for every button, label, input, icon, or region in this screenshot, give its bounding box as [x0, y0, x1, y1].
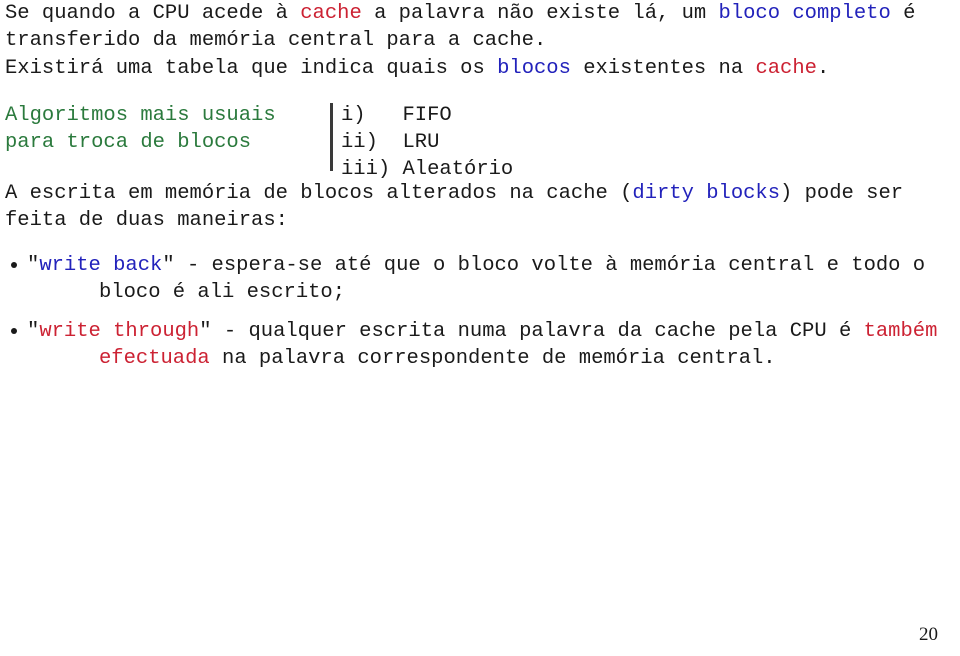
bullet-write-back-quote-close: "	[162, 254, 175, 277]
table-keyword-cache: cache	[755, 57, 817, 80]
paragraph-write-policies: A escrita em memória de blocos alterados…	[5, 180, 960, 234]
page-number: 20	[919, 624, 938, 645]
bullet-write-back-term: write back	[39, 254, 163, 277]
bullet-write-through-rest: na palavra correspondente de memória cen…	[209, 347, 776, 370]
bullet-write-back-quote-open: "	[27, 254, 40, 277]
bullet-dot-icon	[11, 262, 17, 268]
table-text-a: Existirá uma tabela que indica quais os	[5, 57, 498, 80]
table-text-b: existentes na	[570, 57, 756, 80]
intro-text-b: a palavra não existe lá, um	[361, 2, 719, 25]
bullet-write-through-line-2: efectuada na palavra correspondente de m…	[27, 345, 960, 372]
paragraph-intro: Se quando a CPU acede à cache a palavra …	[5, 0, 960, 54]
algorithms-list-item-fifo: i) FIFO	[341, 104, 452, 127]
bullet-write-back-rest: - espera-se até que o bloco volte à memó…	[174, 254, 926, 277]
bullet-write-through: "write through" - qualquer escrita numa …	[5, 318, 960, 372]
write-keyword-dirty-blocks: dirty blocks	[632, 182, 781, 205]
intro-text-a: Se quando a CPU acede à	[5, 2, 301, 25]
list-item: "write through" - qualquer escrita numa …	[5, 318, 960, 372]
algorithms-label-line-1: Algoritmos mais usuais	[5, 104, 276, 127]
algorithms-list-item-lru: ii) LRU	[341, 131, 440, 154]
table-text-c: .	[816, 57, 830, 80]
intro-line-2: transferido da memória central para a ca…	[5, 29, 547, 52]
write-text-b: ) pode ser	[780, 182, 904, 205]
algorithms-label: Algoritmos mais usuais para troca de bloc…	[5, 102, 276, 156]
algorithms-label-line-2: para troca de blocos	[5, 131, 252, 154]
bullet-write-through-line-1: "write through" - qualquer escrita numa …	[27, 318, 960, 345]
paragraph-table: Existirá uma tabela que indica quais os …	[5, 55, 960, 82]
bullet-dot-icon	[11, 328, 17, 334]
bullet-write-back-line-1: "write back" - espera-se até que o bloco…	[27, 252, 960, 279]
bullet-write-through-term: write through	[39, 320, 200, 343]
intro-keyword-cache: cache	[300, 2, 362, 25]
intro-text-c: é	[890, 2, 916, 25]
algorithms-vertical-divider	[330, 103, 333, 171]
slide-canvas: Se quando a CPU acede à cache a palavra …	[0, 0, 960, 656]
bullet-write-back: "write back" - espera-se até que o bloco…	[5, 252, 960, 306]
write-line-2: feita de duas maneiras:	[5, 209, 288, 232]
algorithms-list: i) FIFO ii) LRU iii) Aleatório	[341, 102, 513, 183]
intro-keyword-bloco-completo: bloco completo	[718, 2, 891, 25]
list-item: "write back" - espera-se até que o bloco…	[5, 252, 960, 306]
table-keyword-blocos: blocos	[497, 57, 571, 80]
bullet-write-through-mid: - qualquer escrita numa palavra da cache…	[211, 320, 864, 343]
bullet-write-through-highlight-efectuada: efectuada	[99, 347, 210, 370]
algorithms-list-item-aleatorio: iii) Aleatório	[341, 158, 514, 181]
bullet-write-through-highlight-tambem: também	[863, 320, 938, 343]
bullet-write-through-quote-close: "	[199, 320, 212, 343]
bullet-write-back-line-2: bloco é ali escrito;	[99, 281, 346, 304]
write-text-a: A escrita em memória de blocos alterados…	[5, 182, 633, 205]
bullet-write-through-quote-open: "	[27, 320, 40, 343]
